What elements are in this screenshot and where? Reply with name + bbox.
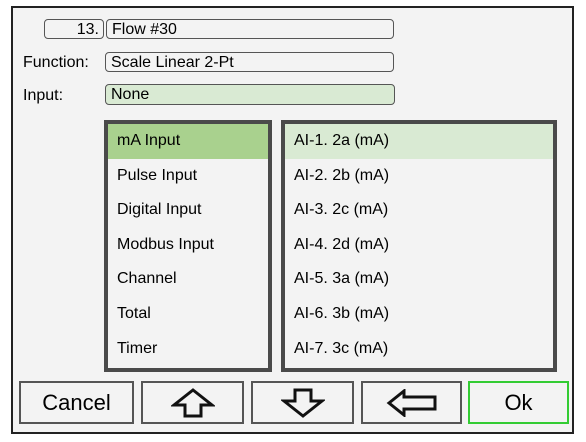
list-item[interactable]: AI-2. 2b (mA) [285, 159, 553, 194]
list-item[interactable]: Digital Input [108, 193, 268, 228]
list-item[interactable]: Pulse Input [108, 159, 268, 194]
down-button[interactable] [251, 381, 354, 424]
list-item[interactable]: mA Input [108, 124, 268, 159]
function-label: Function: [23, 54, 89, 71]
list-item[interactable]: Modbus Input [108, 228, 268, 263]
list-item[interactable]: Timer [108, 332, 268, 367]
up-button[interactable] [141, 381, 244, 424]
list-item[interactable]: AI-3. 2c (mA) [285, 193, 553, 228]
function-field[interactable]: Scale Linear 2-Pt [105, 52, 394, 72]
entry-number: 13. [44, 19, 104, 39]
cancel-button[interactable]: Cancel [19, 381, 134, 424]
back-button[interactable] [361, 381, 462, 424]
left-arrow-icon [386, 388, 438, 417]
list-item[interactable]: Total [108, 297, 268, 332]
list-item[interactable]: AI-1. 2a (mA) [285, 124, 553, 159]
down-arrow-icon [280, 388, 325, 418]
input-type-list: mA Input Pulse Input Digital Input Modbu… [104, 120, 272, 372]
up-arrow-icon [170, 387, 215, 418]
list-item[interactable]: Channel [108, 262, 268, 297]
list-item[interactable]: AI-5. 3a (mA) [285, 262, 553, 297]
channel-list: AI-1. 2a (mA) AI-2. 2b (mA) AI-3. 2c (mA… [281, 120, 557, 372]
list-item[interactable]: AI-4. 2d (mA) [285, 228, 553, 263]
input-label: Input: [23, 87, 64, 104]
list-item[interactable]: AI-6. 3b (mA) [285, 297, 553, 332]
ok-button[interactable]: Ok [468, 381, 569, 424]
entry-name-field[interactable]: Flow #30 [106, 19, 394, 39]
list-item[interactable]: AI-7. 3c (mA) [285, 332, 553, 367]
input-field[interactable]: None [105, 84, 395, 105]
